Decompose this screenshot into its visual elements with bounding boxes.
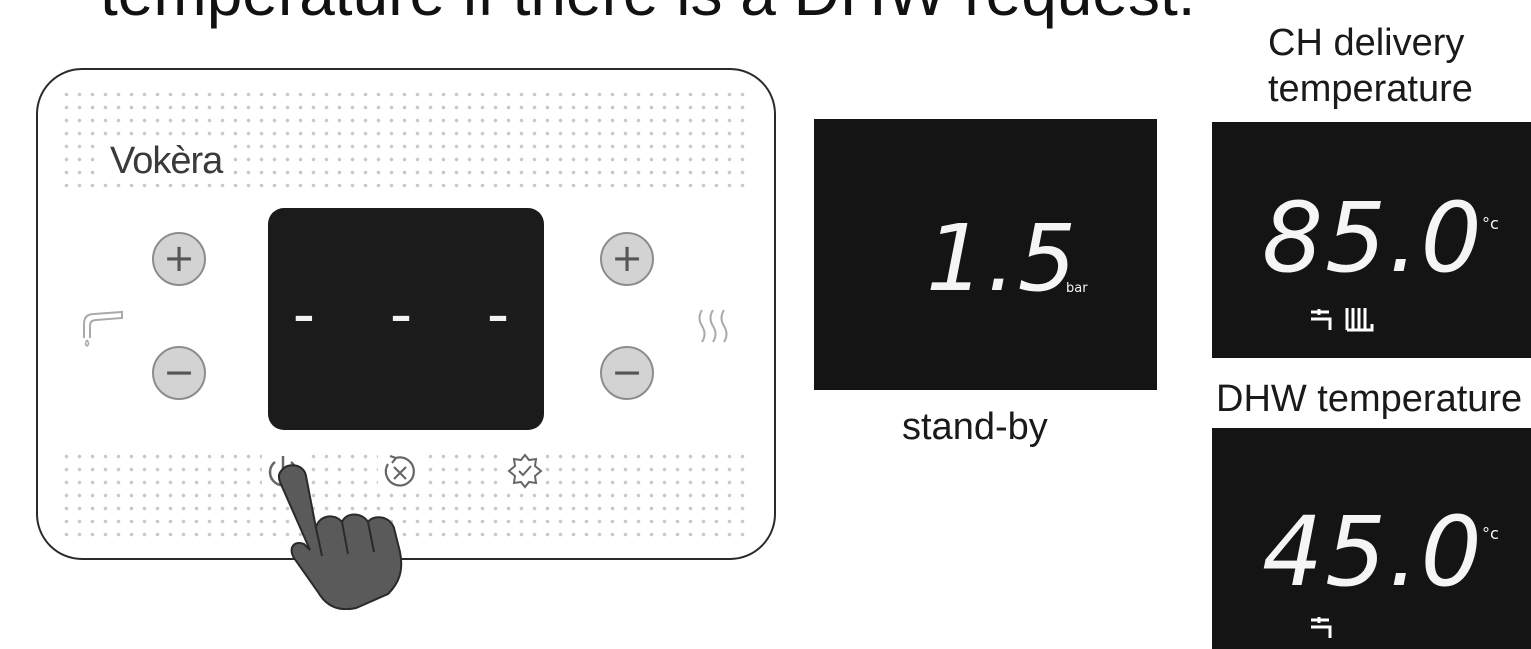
standby-label: stand-by	[902, 406, 1048, 448]
ch-delivery-unit: °c	[1482, 214, 1499, 233]
dhw-temperature-value: 45.0	[1262, 496, 1484, 608]
boiler-control-panel: Vokèra - - - + − + −	[36, 68, 776, 610]
tap-icon	[1311, 309, 1332, 330]
brand-logo: Vokèra	[102, 140, 231, 183]
dhw-temperature-display: 45.0 °c	[1212, 428, 1531, 649]
tap-icon	[1311, 617, 1332, 638]
radiator-icon	[1345, 308, 1374, 332]
standby-pressure-value: 1.5	[926, 205, 1079, 312]
dhw-temperature-unit: °c	[1482, 524, 1499, 543]
panel-display-value: - - -	[284, 278, 528, 352]
tap-icon	[83, 310, 123, 347]
ch-minus-button[interactable]: −	[600, 346, 654, 400]
standby-display: 1.5 bar	[814, 119, 1157, 390]
ch-delivery-label-line1: CH delivery	[1268, 22, 1465, 64]
dhw-minus-button[interactable]: −	[152, 346, 206, 400]
instruction-heading-text: temperature if there is a DHW request.	[100, 0, 1196, 30]
dhw-plus-button[interactable]: +	[152, 232, 206, 286]
ch-plus-button[interactable]: +	[600, 232, 654, 286]
panel-display: - - -	[268, 208, 544, 430]
dhw-temperature-label: DHW temperature	[1216, 378, 1523, 420]
radiator-heat-icon	[698, 309, 728, 343]
standby-pressure-unit: bar	[1066, 281, 1088, 296]
ch-delivery-display: 85.0 °c	[1212, 122, 1531, 358]
ch-delivery-label-line2: temperature	[1268, 68, 1473, 110]
settings-icon[interactable]	[504, 450, 546, 492]
ch-delivery-value: 85.0	[1262, 182, 1484, 294]
pointing-hand-icon	[277, 464, 403, 610]
